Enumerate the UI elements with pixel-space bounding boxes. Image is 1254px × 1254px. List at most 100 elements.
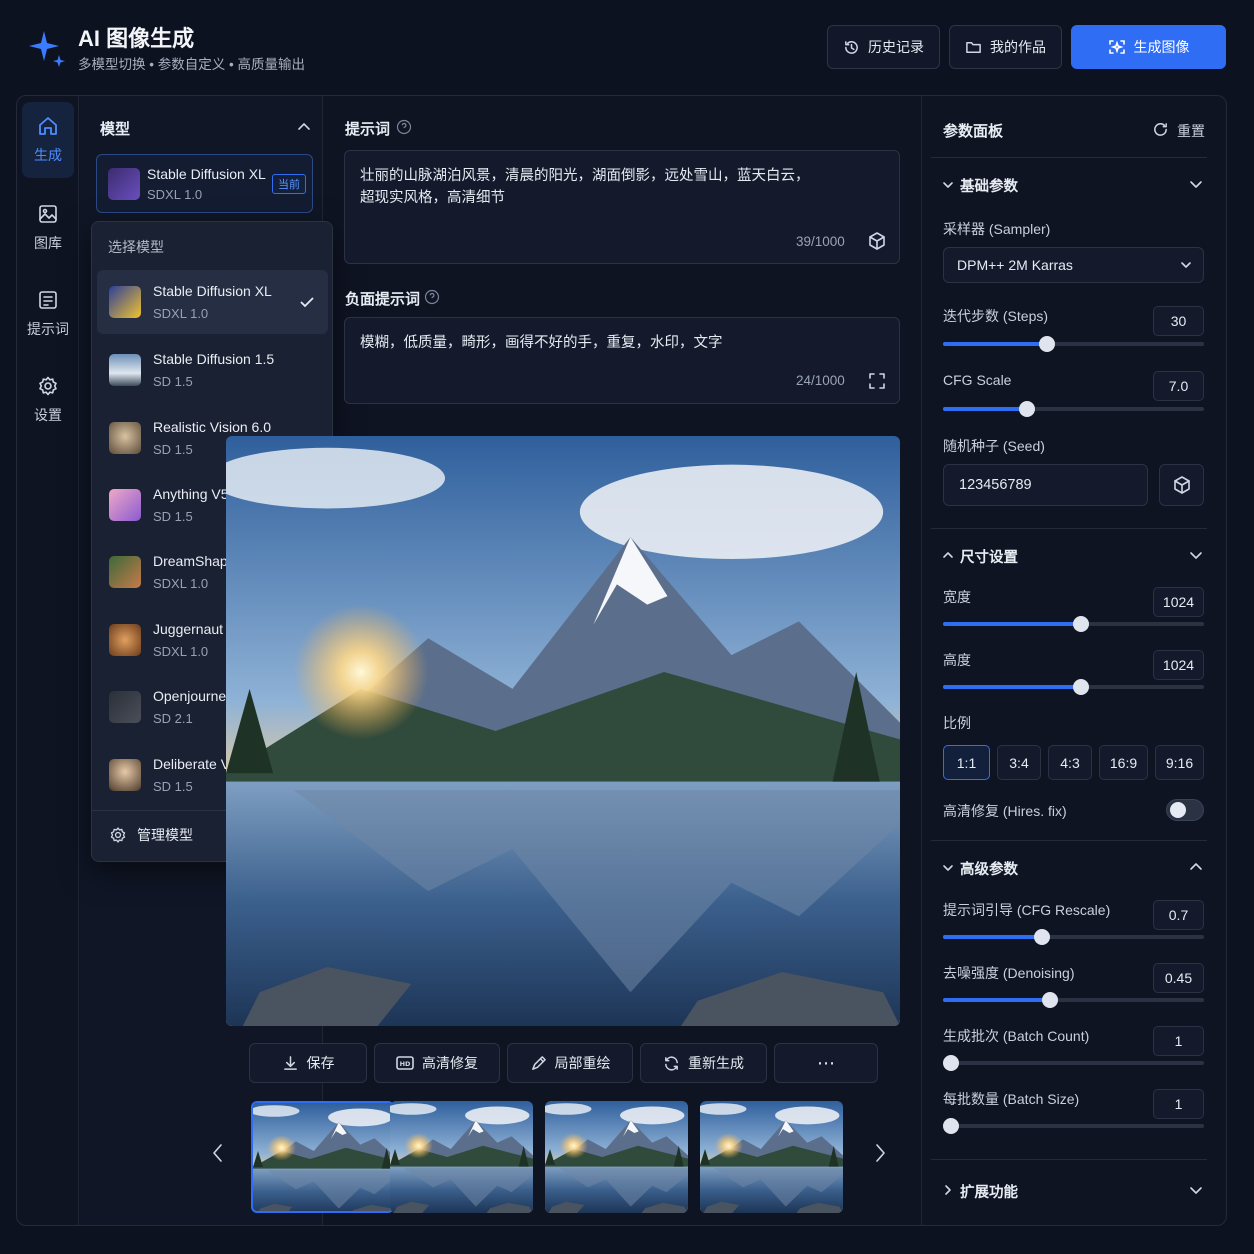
current-badge: 当前 bbox=[272, 174, 306, 194]
hd-icon: HD bbox=[396, 1056, 414, 1070]
chevron-down-icon[interactable] bbox=[942, 862, 954, 874]
home-icon bbox=[39, 117, 57, 135]
nav-label-generate: 生成 bbox=[34, 147, 62, 163]
chevron-right-icon[interactable] bbox=[942, 1184, 954, 1196]
ratio-option[interactable]: 4:3 bbox=[1048, 745, 1092, 780]
dropdown-title: 选择模型 bbox=[108, 239, 164, 255]
steps-label: 迭代步数 (Steps) bbox=[943, 308, 1049, 324]
help-icon[interactable] bbox=[396, 119, 412, 135]
gear-icon bbox=[110, 827, 126, 843]
extensions-heading[interactable]: 扩展功能 bbox=[960, 1181, 1018, 1202]
current-model-name: Stable Diffusion XL bbox=[147, 166, 266, 182]
advanced-params-heading[interactable]: 高级参数 bbox=[960, 858, 1018, 879]
nav-label-gallery: 图库 bbox=[34, 235, 62, 251]
batch-count-input[interactable]: 1 bbox=[1153, 1026, 1204, 1056]
save-button[interactable]: 保存 bbox=[249, 1043, 367, 1083]
prompt-text-line1: 壮丽的山脉湖泊风景，清晨的阳光，湖面倒影，远处雪山，蓝天白云， bbox=[360, 168, 810, 184]
toggle-knob bbox=[1170, 802, 1186, 818]
chevron-up-icon[interactable] bbox=[1189, 860, 1203, 874]
ratio-option[interactable]: 3:4 bbox=[997, 745, 1041, 780]
batch-count-label: 生成批次 (Batch Count) bbox=[943, 1028, 1090, 1044]
chevron-down-icon[interactable] bbox=[1189, 177, 1203, 191]
chevron-down-icon[interactable] bbox=[1189, 548, 1203, 562]
cfg-slider[interactable] bbox=[943, 401, 1204, 417]
prompt-label: 提示词 bbox=[345, 121, 391, 138]
basic-params-heading[interactable]: 基础参数 bbox=[960, 175, 1018, 196]
height-slider[interactable] bbox=[943, 679, 1204, 695]
divider bbox=[931, 1159, 1207, 1160]
denoising-slider[interactable] bbox=[943, 992, 1204, 1008]
model-thumbnail bbox=[109, 759, 141, 791]
chevron-down-icon[interactable] bbox=[1189, 1183, 1203, 1197]
slider-handle[interactable] bbox=[1042, 992, 1058, 1008]
ratio-option[interactable]: 9:16 bbox=[1155, 745, 1204, 780]
model-option[interactable]: Stable Diffusion 1.5 SD 1.5 bbox=[97, 338, 328, 402]
brush-icon bbox=[531, 1055, 546, 1070]
cfg-rescale-slider[interactable] bbox=[943, 929, 1204, 945]
cfg-rescale-input[interactable]: 0.7 bbox=[1153, 900, 1204, 930]
generate-icon bbox=[1108, 40, 1125, 54]
hires-fix-toggle[interactable] bbox=[1166, 799, 1204, 821]
cube-icon[interactable] bbox=[867, 231, 887, 251]
my-works-button[interactable]: 我的作品 bbox=[949, 25, 1062, 69]
cfg-input[interactable]: 7.0 bbox=[1153, 371, 1204, 401]
more-icon: ⋯ bbox=[817, 1052, 835, 1073]
size-settings-heading[interactable]: 尺寸设置 bbox=[960, 546, 1018, 567]
sampler-value: DPM++ 2M Karras bbox=[957, 257, 1073, 273]
denoising-input[interactable]: 0.45 bbox=[1153, 963, 1204, 993]
nav-item-gallery[interactable]: 图库 bbox=[22, 190, 74, 266]
sampler-label: 采样器 (Sampler) bbox=[943, 221, 1051, 237]
image-icon bbox=[39, 205, 57, 223]
nav-item-prompts[interactable]: 提示词 bbox=[22, 276, 74, 352]
steps-slider[interactable] bbox=[943, 336, 1204, 352]
chevron-left-icon[interactable] bbox=[210, 1141, 226, 1165]
hires-fix-button[interactable]: HD 高清修复 bbox=[374, 1043, 500, 1083]
batch-size-label: 每批数量 (Batch Size) bbox=[943, 1091, 1080, 1107]
thumbnail[interactable] bbox=[251, 1101, 394, 1213]
model-option[interactable]: Stable Diffusion XL SDXL 1.0 bbox=[97, 270, 328, 334]
ratio-option[interactable]: 1:1 bbox=[943, 745, 990, 780]
history-label: 历史记录 bbox=[868, 39, 924, 55]
model-thumbnail bbox=[109, 422, 141, 454]
help-icon[interactable] bbox=[424, 289, 440, 305]
thumbnail[interactable] bbox=[700, 1101, 843, 1213]
dice-icon bbox=[1174, 476, 1190, 494]
width-slider[interactable] bbox=[943, 616, 1204, 632]
model-option-version: SD 1.5 bbox=[153, 442, 193, 457]
reset-button[interactable]: 重置 bbox=[1177, 121, 1205, 141]
chevron-up-icon[interactable] bbox=[297, 120, 311, 134]
save-label: 保存 bbox=[306, 1055, 335, 1071]
ratio-option[interactable]: 16:9 bbox=[1099, 745, 1148, 780]
batch-count-slider[interactable] bbox=[943, 1055, 1204, 1071]
thumbnail[interactable] bbox=[545, 1101, 688, 1213]
manage-models-button[interactable]: 管理模型 bbox=[109, 825, 193, 845]
more-button[interactable]: ⋯ bbox=[774, 1043, 878, 1083]
slider-handle[interactable] bbox=[943, 1118, 959, 1134]
slider-handle[interactable] bbox=[1018, 401, 1035, 417]
height-input[interactable]: 1024 bbox=[1153, 650, 1204, 680]
width-label: 宽度 bbox=[943, 589, 971, 605]
expand-icon[interactable] bbox=[868, 372, 886, 390]
width-input[interactable]: 1024 bbox=[1153, 587, 1204, 617]
nav-item-settings[interactable]: 设置 bbox=[22, 362, 74, 438]
batch-size-input[interactable]: 1 bbox=[1153, 1089, 1204, 1119]
steps-input[interactable]: 30 bbox=[1153, 306, 1204, 336]
regenerate-button[interactable]: 重新生成 bbox=[640, 1043, 767, 1083]
thumbnail[interactable] bbox=[390, 1101, 533, 1213]
model-option-name: Realistic Vision 6.0 bbox=[153, 419, 272, 435]
divider bbox=[931, 528, 1207, 529]
generate-button[interactable]: 生成图像 bbox=[1071, 25, 1226, 69]
slider-handle[interactable] bbox=[943, 1055, 959, 1071]
batch-size-slider[interactable] bbox=[943, 1118, 1204, 1134]
divider bbox=[931, 840, 1207, 841]
history-button[interactable]: 历史记录 bbox=[827, 25, 940, 69]
chevron-up-icon[interactable] bbox=[942, 549, 954, 561]
my-works-label: 我的作品 bbox=[990, 39, 1046, 55]
negative-prompt-input[interactable] bbox=[344, 317, 900, 404]
inpaint-button[interactable]: 局部重绘 bbox=[507, 1043, 633, 1083]
chevron-right-icon[interactable] bbox=[872, 1141, 888, 1165]
chevron-down-icon[interactable] bbox=[942, 179, 954, 191]
model-thumbnail bbox=[109, 556, 141, 588]
reset-icon[interactable] bbox=[1152, 121, 1169, 138]
nav-item-generate[interactable]: 生成 bbox=[22, 102, 74, 178]
